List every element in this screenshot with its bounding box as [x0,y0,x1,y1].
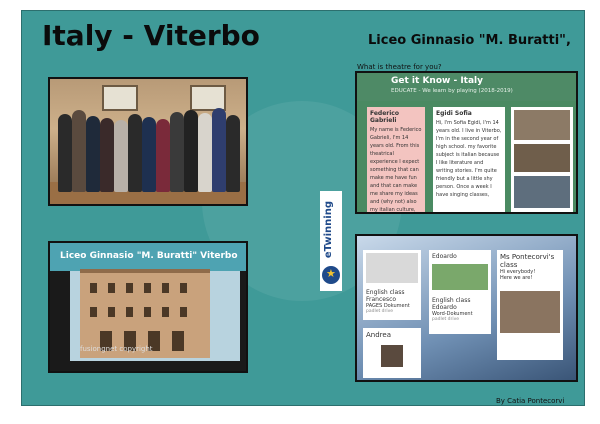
student-figure [86,116,100,192]
padlet-header: Get it Know - Italy EDUCATE - We learn b… [357,73,576,101]
student-figure [72,110,86,192]
video-background: Liceo Ginnasio "M. Buratti" Viterbo fusi… [50,243,246,371]
thumbnail [514,144,570,172]
group-photo [48,77,248,206]
building-arch [172,331,184,351]
gym-window [102,85,138,111]
card-author: Andrea [366,331,391,339]
padlet-title: Get it Know - Italy [391,76,484,86]
padlet-card: English class Francesco PAGES Dokument p… [363,250,421,320]
gym-background [50,79,246,204]
padlet-card: Federico Gabrieli My name is Federico Ga… [367,107,425,213]
student-figure [156,119,170,192]
building-window [162,307,169,317]
photo-thumbnails [514,110,570,210]
padlet-card: Egidi Sofia Hi, I'm Sofia Egidi, I'm 14 … [433,107,505,212]
building-window [126,307,133,317]
school-name: Liceo Ginnasio "M. Buratti", [368,33,571,48]
student-figure [170,112,184,192]
card-author: Edoardo [432,253,457,260]
padlet-card: Andrea [363,328,421,378]
building-window [90,307,97,317]
padlet-screenshot-bottom: Edoardo English class Edoardo Word-Dokum… [355,234,578,382]
card-image [500,291,560,333]
poster: Italy - Viterbo Liceo Ginnasio "M. Burat… [21,10,585,406]
etwinning-text: eTwinning [323,201,334,259]
video-title: Liceo Ginnasio "M. Buratti" Viterbo [60,251,238,261]
building-window [108,283,115,293]
student-figure [198,113,212,192]
building-window [180,283,187,293]
student-figure [128,114,142,192]
building-window [126,283,133,293]
card-author: Egidi Sofia [436,110,472,117]
student-figure [100,118,114,192]
card-title: English class Edoardo [432,297,471,311]
card-line: padlet drive [432,317,460,322]
etwinning-logo: eTwinning [320,191,342,291]
card-image [432,264,488,290]
student-figure [184,110,198,192]
building-window [144,283,151,293]
etwinning-star-icon [322,266,340,284]
card-author: Federico Gabrieli [370,110,399,124]
building-window [162,283,169,293]
padlet-card: Edoardo English class Edoardo Word-Dokum… [429,250,491,334]
card-author: Ms Pontecorvi's class [500,253,555,269]
school-video: Liceo Ginnasio "M. Buratti" Viterbo fusi… [48,241,248,373]
card-image [381,345,403,367]
building-window [144,307,151,317]
card-image [366,253,418,283]
video-banner: Liceo Ginnasio "M. Buratti" Viterbo [50,243,246,271]
video-watermark: fusiongnet copyright [80,345,153,353]
padlet-photo-card [511,107,573,212]
student-figure [114,120,128,192]
student-figure [142,117,156,192]
padlet-card: Ms Pontecorvi's class Hi everybody! Here… [497,250,563,360]
building-window [180,307,187,317]
card-title: English class Francesco [366,289,405,303]
building-window [90,283,97,293]
card-line: padlet drive [366,309,394,314]
card-text: Hi, I'm Sofia Egidi, I'm 14 years old. I… [436,120,502,198]
question-text: What is theatre for you? [357,63,442,71]
building-window [108,307,115,317]
padlet-screenshot-top: Get it Know - Italy EDUCATE - We learn b… [355,71,578,214]
student-figure [226,115,240,192]
thumbnail [514,110,570,140]
card-line: Here we are! [500,275,533,281]
student-figure [58,114,72,192]
student-figure [212,108,226,192]
gym-window [190,85,226,111]
padlet-subtitle: EDUCATE - We learn by playing (2018-2019… [391,88,513,94]
thumbnail [514,176,570,208]
card-text: My name is Federico Gabrieli, I'm 14 yea… [370,127,422,213]
author-credit: By Catia Pontecorvi [496,397,565,405]
page-title: Italy - Viterbo [42,19,260,52]
